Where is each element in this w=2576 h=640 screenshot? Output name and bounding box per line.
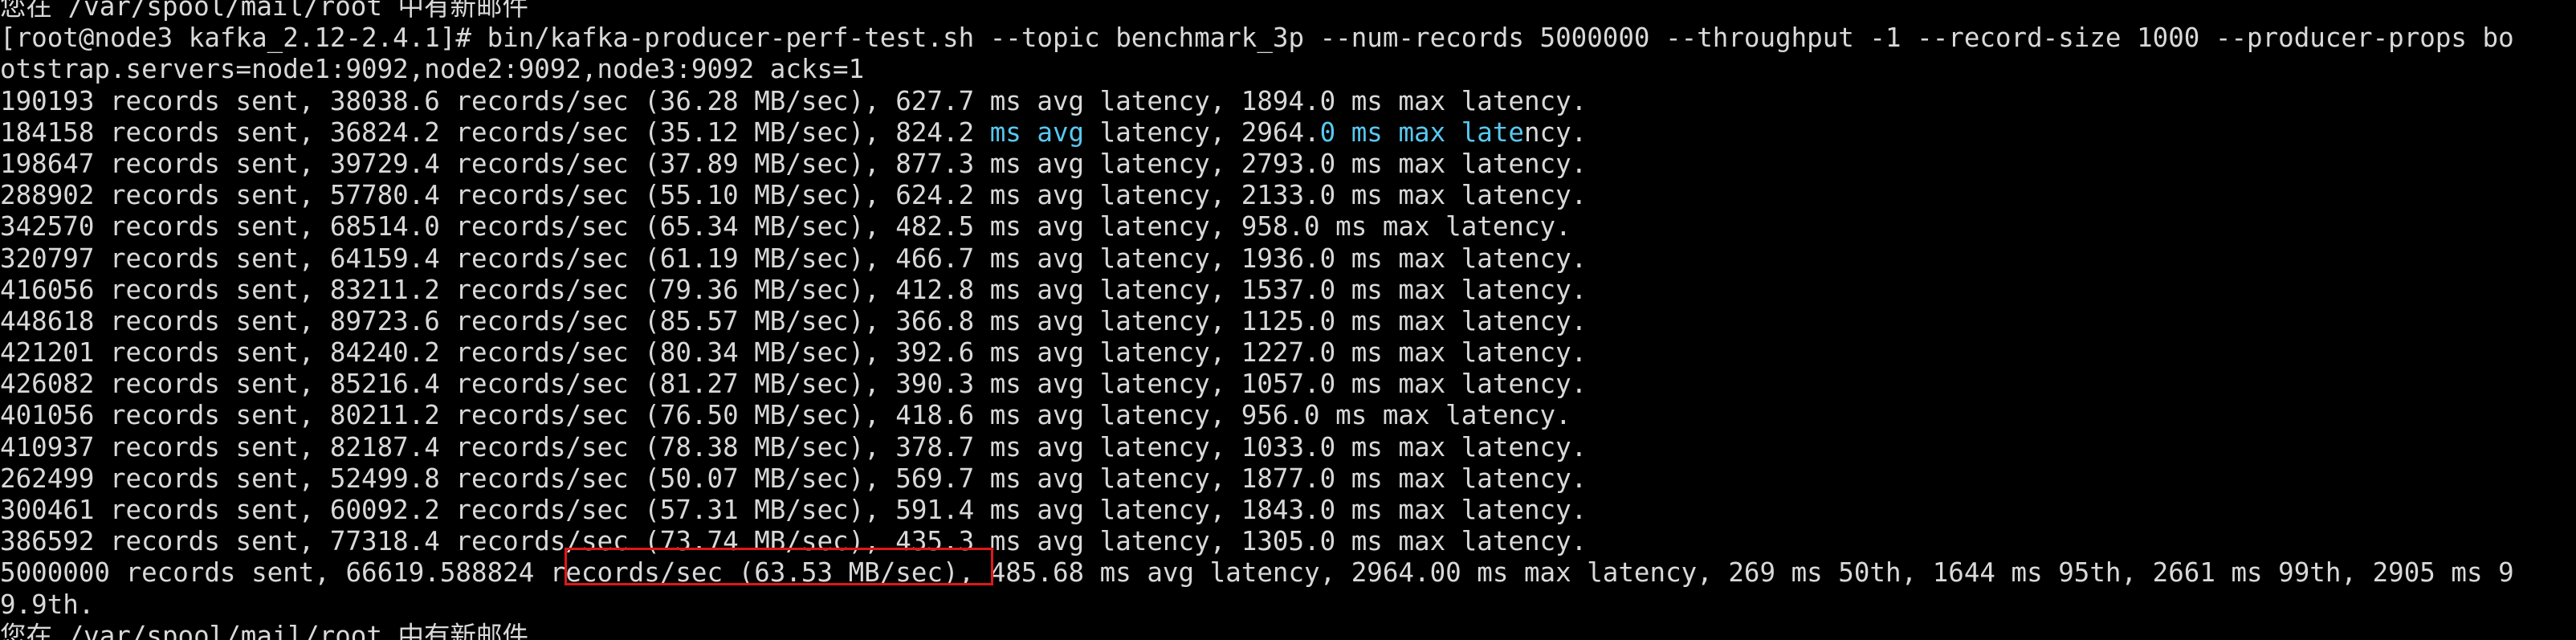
terminal-text: 9.9th. bbox=[0, 589, 95, 620]
terminal-text: 320797 records sent, 64159.4 records/sec… bbox=[0, 243, 1588, 274]
terminal-text: 342570 records sent, 68514.0 records/sec… bbox=[0, 211, 1571, 243]
selected-text-segment: 0 ms max late bbox=[1319, 116, 1524, 148]
terminal-text: 421201 records sent, 84240.2 records/sec… bbox=[0, 337, 1588, 369]
terminal-line: 410937 records sent, 82187.4 records/sec… bbox=[0, 432, 2576, 463]
terminal-text: 262499 records sent, 52499.8 records/sec… bbox=[0, 463, 1588, 494]
terminal-line: 190193 records sent, 38038.6 records/sec… bbox=[0, 86, 2576, 117]
terminal-line: 401056 records sent, 80211.2 records/sec… bbox=[0, 400, 2576, 431]
selected-text-segment: ms avg bbox=[989, 116, 1085, 148]
terminal-line: 386592 records sent, 77318.4 records/sec… bbox=[0, 526, 2576, 557]
terminal-line: 421201 records sent, 84240.2 records/sec… bbox=[0, 337, 2576, 369]
terminal-text: 426082 records sent, 85216.4 records/sec… bbox=[0, 369, 1588, 400]
terminal-text: 184158 records sent, 36824.2 records/sec… bbox=[0, 116, 990, 148]
terminal-text: otstrap.servers=node1:9092,node2:9092,no… bbox=[0, 54, 865, 85]
terminal-text: ncy. bbox=[1523, 116, 1588, 148]
terminal-line: 342570 records sent, 68514.0 records/sec… bbox=[0, 211, 2576, 243]
terminal-line: 5000000 records sent, 66619.588824 recor… bbox=[0, 557, 2576, 589]
terminal-line: 您在 /var/spool/mail/root 中有新邮件 bbox=[0, 621, 2576, 640]
terminal-line: [root@node3 kafka_2.12-2.4.1]# bin/kafka… bbox=[0, 22, 2576, 54]
terminal-text: 448618 records sent, 89723.6 records/sec… bbox=[0, 305, 1588, 336]
terminal-text: 您在 /var/spool/mail/root 中有新邮件 bbox=[0, 0, 528, 22]
terminal-text: 5000000 records sent, 66619.588824 recor… bbox=[0, 557, 2514, 589]
terminal-line: otstrap.servers=node1:9092,node2:9092,no… bbox=[0, 54, 2576, 85]
terminal-line: 9.9th. bbox=[0, 589, 2576, 621]
terminal-line: 184158 records sent, 36824.2 records/sec… bbox=[0, 117, 2576, 149]
terminal-text: 190193 records sent, 38038.6 records/sec… bbox=[0, 85, 1588, 116]
terminal-text: 300461 records sent, 60092.2 records/sec… bbox=[0, 495, 1588, 525]
terminal-line: 320797 records sent, 64159.4 records/sec… bbox=[0, 243, 2576, 275]
terminal-text: 288902 records sent, 57780.4 records/sec… bbox=[0, 180, 1588, 211]
terminal-text: 198647 records sent, 39729.4 records/sec… bbox=[0, 148, 1588, 179]
terminal-line: 您在 /var/spool/mail/root 中有新邮件 bbox=[0, 0, 2576, 22]
terminal-text: 410937 records sent, 82187.4 records/sec… bbox=[0, 431, 1588, 463]
terminal-text: 您在 /var/spool/mail/root 中有新邮件 bbox=[0, 620, 528, 640]
terminal-line: 416056 records sent, 83211.2 records/sec… bbox=[0, 275, 2576, 306]
terminal-line: 426082 records sent, 85216.4 records/sec… bbox=[0, 369, 2576, 400]
terminal-line: 300461 records sent, 60092.2 records/sec… bbox=[0, 495, 2576, 526]
terminal-text: 386592 records sent, 77318.4 records/sec… bbox=[0, 526, 1588, 557]
terminal-line: 198647 records sent, 39729.4 records/sec… bbox=[0, 149, 2576, 180]
terminal-text: latency, 2964. bbox=[1084, 116, 1320, 148]
terminal-line: 262499 records sent, 52499.8 records/sec… bbox=[0, 463, 2576, 495]
terminal-text: [root@node3 kafka_2.12-2.4.1]# bin/kafka… bbox=[0, 22, 2514, 54]
terminal-line: 448618 records sent, 89723.6 records/sec… bbox=[0, 306, 2576, 337]
terminal-text: 401056 records sent, 80211.2 records/sec… bbox=[0, 400, 1571, 431]
terminal-window[interactable]: 您在 /var/spool/mail/root 中有新邮件 [root@node3… bbox=[0, 0, 2576, 640]
terminal-line: 288902 records sent, 57780.4 records/sec… bbox=[0, 180, 2576, 211]
terminal-text: 416056 records sent, 83211.2 records/sec… bbox=[0, 274, 1588, 305]
